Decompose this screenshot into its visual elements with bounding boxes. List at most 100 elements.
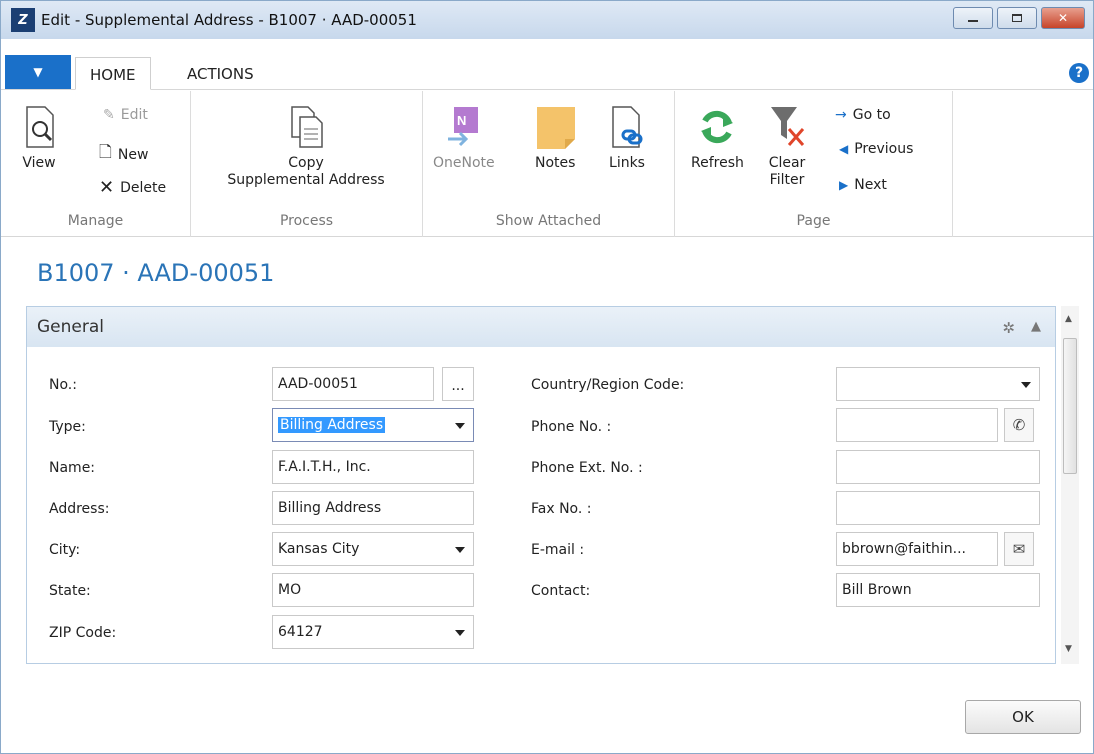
tab-home[interactable]: HOME xyxy=(75,57,151,90)
maximize-button[interactable] xyxy=(997,7,1037,29)
maximize-icon xyxy=(1012,14,1022,22)
general-fasttab-header[interactable]: General ✲ ▲ xyxy=(27,307,1055,347)
state-field[interactable]: MO xyxy=(272,573,474,607)
zip-select[interactable]: 64127 xyxy=(272,615,474,649)
ribbon: View ✎ Edit 🗋 New ✕ Delete Manage Copy S… xyxy=(1,91,1093,237)
delete-button[interactable]: ✕ Delete xyxy=(99,177,166,198)
name-field[interactable]: F.A.I.T.H., Inc. xyxy=(272,450,474,484)
ribbon-group-process: Copy Supplemental Address Process xyxy=(191,91,423,237)
notes-button[interactable]: Notes xyxy=(535,105,575,172)
field-label-contact: Contact: xyxy=(531,583,591,599)
page-title: B1007 · AAD-00051 xyxy=(37,259,275,287)
help-icon[interactable]: ? xyxy=(1069,63,1089,83)
chevron-down-icon xyxy=(455,630,465,636)
field-label-fax: Fax No. : xyxy=(531,501,592,517)
onenote-label: OneNote xyxy=(433,155,495,171)
previous-button[interactable]: ◀ Previous xyxy=(839,141,913,157)
contact-field[interactable]: Bill Brown xyxy=(836,573,1040,607)
next-button[interactable]: ▶ Next xyxy=(839,177,887,193)
group-label-manage: Manage xyxy=(67,213,124,229)
field-label-city: City: xyxy=(49,542,81,558)
field-label-zip: ZIP Code: xyxy=(49,625,117,641)
phone-field[interactable] xyxy=(836,408,998,442)
edit-label: Edit xyxy=(120,107,148,123)
phone-icon[interactable]: ✆ xyxy=(1004,408,1034,442)
minimize-icon xyxy=(968,20,978,22)
chevron-down-icon xyxy=(455,423,465,429)
next-label: Next xyxy=(854,177,887,193)
ribbon-group-show-attached: N OneNote Notes Links Show Attached xyxy=(423,91,675,237)
delete-icon: ✕ xyxy=(99,177,115,198)
onenote-icon: N xyxy=(444,105,484,149)
field-label-type: Type: xyxy=(49,419,86,435)
new-document-icon: 🗋 xyxy=(99,142,112,161)
clear-filter-icon xyxy=(767,105,807,149)
notes-icon xyxy=(535,105,576,149)
window-title: Edit - Supplemental Address - B1007 · AA… xyxy=(41,11,417,29)
field-label-phone-ext: Phone Ext. No. : xyxy=(531,460,643,476)
new-button[interactable]: 🗋 New xyxy=(99,141,148,168)
group-label-page: Page xyxy=(796,213,831,229)
chevron-down-icon xyxy=(1021,382,1031,388)
copy-label-line1: Copy xyxy=(288,155,324,171)
scroll-up-icon[interactable]: ▲ xyxy=(1065,314,1072,324)
vertical-scrollbar[interactable]: ▲ ▼ xyxy=(1061,306,1079,664)
gear-icon[interactable]: ✲ xyxy=(1002,319,1015,337)
field-label-name: Name: xyxy=(49,460,96,476)
close-button[interactable]: ✕ xyxy=(1041,7,1085,29)
no-field[interactable]: AAD-00051 xyxy=(272,367,434,401)
field-label-email: E-mail : xyxy=(531,542,585,558)
edit-button[interactable]: ✎ Edit xyxy=(103,107,148,123)
email-field[interactable]: bbrown@faithin... xyxy=(836,532,998,566)
copy-supplemental-address-button[interactable]: Copy Supplemental Address xyxy=(211,105,401,189)
type-value: Billing Address xyxy=(278,417,386,433)
field-label-phone: Phone No. : xyxy=(531,419,612,435)
view-button[interactable]: View xyxy=(19,105,59,172)
links-button[interactable]: Links xyxy=(607,105,647,172)
notes-label: Notes xyxy=(535,155,576,171)
app-logo-icon: Z xyxy=(11,8,35,32)
refresh-icon xyxy=(697,105,737,149)
close-icon: ✕ xyxy=(1057,11,1069,25)
email-icon[interactable]: ✉ xyxy=(1004,532,1034,566)
clear-label-line2: Filter xyxy=(769,172,805,188)
view-label: View xyxy=(22,155,56,171)
general-fasttab: General ✲ ▲ No.: AAD-00051 ... Type: Bil… xyxy=(26,306,1056,664)
triangle-left-icon: ◀ xyxy=(839,142,849,156)
ribbon-tab-bar: ▼ HOME ACTIONS ? xyxy=(1,39,1093,90)
minimize-button[interactable] xyxy=(953,7,993,29)
previous-label: Previous xyxy=(854,141,914,157)
clear-filter-button[interactable]: Clear Filter xyxy=(767,105,807,189)
city-select[interactable]: Kansas City xyxy=(272,532,474,566)
ribbon-group-manage: View ✎ Edit 🗋 New ✕ Delete Manage xyxy=(1,91,191,237)
city-value: Kansas City xyxy=(278,541,360,557)
view-icon xyxy=(19,105,59,149)
fax-field[interactable] xyxy=(836,491,1040,525)
copy-label-line2: Supplemental Address xyxy=(227,172,385,188)
arrow-right-icon: → xyxy=(835,107,847,123)
no-assist-button[interactable]: ... xyxy=(442,367,474,401)
type-select[interactable]: Billing Address xyxy=(272,408,474,442)
field-label-state: State: xyxy=(49,583,91,599)
country-region-select[interactable] xyxy=(836,367,1040,401)
app-menu-button[interactable]: ▼ xyxy=(5,55,71,89)
tab-actions[interactable]: ACTIONS xyxy=(173,57,268,90)
new-label: New xyxy=(117,146,149,163)
zip-value: 64127 xyxy=(278,624,323,640)
links-label: Links xyxy=(609,155,645,171)
onenote-button[interactable]: N OneNote xyxy=(433,105,495,172)
address-field[interactable]: Billing Address xyxy=(272,491,474,525)
copy-document-icon xyxy=(286,105,326,149)
ribbon-group-page: Refresh Clear Filter → Go to ◀ Previous … xyxy=(675,91,953,237)
phone-ext-field[interactable] xyxy=(836,450,1040,484)
go-to-button[interactable]: → Go to xyxy=(835,107,891,123)
field-label-country: Country/Region Code: xyxy=(531,377,685,393)
chevron-down-icon: ▼ xyxy=(33,65,43,79)
chevron-up-icon[interactable]: ▲ xyxy=(1031,319,1041,337)
scroll-down-icon[interactable]: ▼ xyxy=(1065,644,1072,654)
window-controls: ✕ xyxy=(953,7,1085,29)
ok-button[interactable]: OK xyxy=(965,700,1081,734)
group-label-process: Process xyxy=(279,213,334,229)
refresh-button[interactable]: Refresh xyxy=(691,105,744,172)
scroll-thumb[interactable] xyxy=(1063,338,1077,474)
